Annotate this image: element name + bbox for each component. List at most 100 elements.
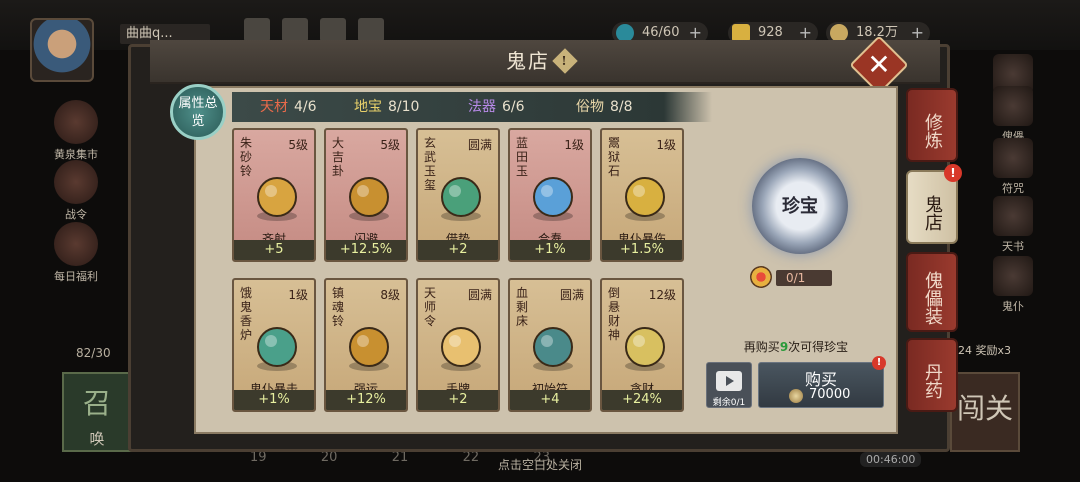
talisman-menu[interactable]: 符咒 [988, 138, 1038, 196]
item-level: 圆满 [467, 138, 492, 152]
item-card[interactable]: 鬻狱石 1级 鬼仆暴伤 +1.5% [600, 128, 684, 262]
tab-pills[interactable]: 丹药 [906, 338, 958, 412]
summon-sub-label: 唤 [89, 430, 105, 448]
buy-alert-badge: ! [872, 356, 886, 370]
slot-number: 19 [250, 450, 267, 465]
item-card[interactable]: 倒悬财神 12级 贪财 +24% [600, 278, 684, 412]
ghost-servant-menu[interactable]: 鬼仆 [988, 256, 1038, 314]
treasure-label: 珍宝 [782, 196, 818, 217]
buy-more-hint: 再购买9次可得珍宝 [716, 338, 876, 355]
item-card[interactable]: 镇魂铃 8级 强运 +12% [324, 278, 408, 412]
tab-puppet-gear[interactable]: 傀儡装 [906, 252, 958, 332]
countdown-timer: 00:46:00 [860, 452, 922, 467]
item-card[interactable]: 饿鬼香炉 1级 鬼仆暴击 +1% [232, 278, 316, 412]
item-card[interactable]: 天师令 圆满 手牌 +2 [416, 278, 500, 412]
talisman-icon [993, 138, 1033, 178]
daily-gift-label: 每日福利 [54, 270, 98, 283]
stat-value: 6/6 [502, 99, 525, 115]
book-label: 天书 [1002, 240, 1024, 253]
buy-button[interactable]: 购买 70000 [758, 362, 884, 408]
wealth-cup-icon [625, 327, 665, 371]
item-card[interactable]: 大吉卦 5级 闪避 +12.5% [324, 128, 408, 262]
item-level: 1级 [656, 138, 676, 152]
taoist-token-icon [441, 327, 481, 371]
item-card[interactable]: 玄武玉玺 圆满 借势 +2 [416, 128, 500, 262]
stat-value: 8/8 [610, 99, 633, 115]
stage-button[interactable]: 闯关 [950, 372, 1020, 452]
mail-icon[interactable] [244, 18, 270, 42]
book-icon [993, 196, 1033, 236]
item-card[interactable]: 朱砂铃 5级 齐射 +5 [232, 128, 316, 262]
item-level: 5级 [288, 138, 308, 152]
ghost-servant-label: 鬼仆 [1002, 300, 1024, 313]
item-level: 8级 [380, 288, 400, 302]
battle-pass-menu[interactable]: 战令 [36, 160, 116, 222]
bag-icon[interactable] [282, 18, 308, 42]
puppet-icon [993, 86, 1033, 126]
shop-title: 鬼店! [470, 46, 610, 76]
item-bonus: +2 [418, 240, 498, 260]
battle-pass-icon [54, 160, 98, 204]
item-bonus: +4 [510, 390, 590, 410]
stat-value: 8/10 [388, 99, 420, 115]
item-level: 5级 [380, 138, 400, 152]
stat-suwu: 俗物 8/8 [576, 92, 633, 122]
talisman-label: 符咒 [1002, 182, 1024, 195]
coin-icon [789, 389, 803, 403]
shop-title-text: 鬼店 [506, 49, 550, 73]
slot-number: 22 [462, 450, 480, 465]
soul-bell-icon [349, 327, 389, 371]
player-avatar[interactable] [30, 18, 94, 82]
treasure-count-text: 0/1 [776, 270, 832, 286]
gold-value: 928 [758, 25, 783, 40]
buy-more-suffix: 次可得珍宝 [788, 340, 849, 354]
item-bonus: +1.5% [602, 240, 682, 260]
stat-tiancai: 天材 4/6 [260, 92, 317, 122]
stat-key: 俗物 [576, 99, 604, 115]
item-bonus: +2 [418, 390, 498, 410]
item-level: 1级 [288, 288, 308, 302]
close-hint: 点击空白处关闭 [497, 458, 582, 472]
jade-tortoise-seal-icon [441, 177, 481, 221]
stage-reward-text: 24 奖励x3 [958, 344, 1012, 357]
attribute-overview-button[interactable]: 属性总览 [170, 84, 226, 140]
stat-key: 法器 [468, 99, 496, 115]
treasure-count: 0/1 [750, 266, 840, 288]
item-level: 12级 [648, 288, 676, 302]
item-bonus: +1% [234, 390, 314, 410]
summon-button[interactable]: 召 唤 [62, 372, 132, 452]
collection-stats-bar: 天材 4/6 地宝 8/10 法器 6/6 俗物 8/8 [232, 92, 712, 122]
menu-icon[interactable] [358, 18, 384, 42]
buy-more-count: 9 [779, 340, 789, 354]
close-icon: ✕ [867, 48, 891, 81]
bell-icon [257, 177, 297, 221]
watch-video-button[interactable]: 剩余0/1 [706, 362, 752, 408]
puppet-menu[interactable]: 傀儡 [988, 86, 1038, 144]
stat-dibao: 地宝 8/10 [354, 92, 419, 122]
item-level: 圆满 [559, 288, 584, 302]
item-bonus: +1% [510, 240, 590, 260]
slot-number: 21 [391, 450, 409, 465]
daily-gift-menu[interactable]: 每日福利 [36, 222, 116, 284]
tab-cultivate[interactable]: 修炼 [906, 88, 958, 162]
market-menu[interactable]: 黄泉集市 [36, 100, 116, 162]
item-bonus: +5 [234, 240, 314, 260]
book-menu[interactable]: 天书 [988, 196, 1038, 254]
item-bonus: +12% [326, 390, 406, 410]
item-bonus: +12.5% [326, 240, 406, 260]
item-level: 1级 [564, 138, 584, 152]
item-card[interactable]: 血剩床 圆满 初始符 +4 [508, 278, 592, 412]
video-remaining: 剩余0/1 [712, 398, 746, 408]
treasure-gem-icon [750, 266, 772, 288]
spirit-value: 46/60 [642, 25, 680, 40]
slot-number: 20 [320, 450, 338, 465]
market-icon [54, 100, 98, 144]
stat-key: 天材 [260, 99, 288, 115]
info-icon[interactable]: ! [552, 47, 578, 74]
lucky-charm-icon [349, 177, 389, 221]
info-glyph: ! [561, 53, 569, 68]
buy-more-prefix: 再购买 [743, 340, 780, 354]
item-card[interactable]: 蓝田玉 1级 合焘 +1% [508, 128, 592, 262]
tab-alert-badge: ! [944, 164, 962, 182]
ranking-icon[interactable] [320, 18, 346, 42]
